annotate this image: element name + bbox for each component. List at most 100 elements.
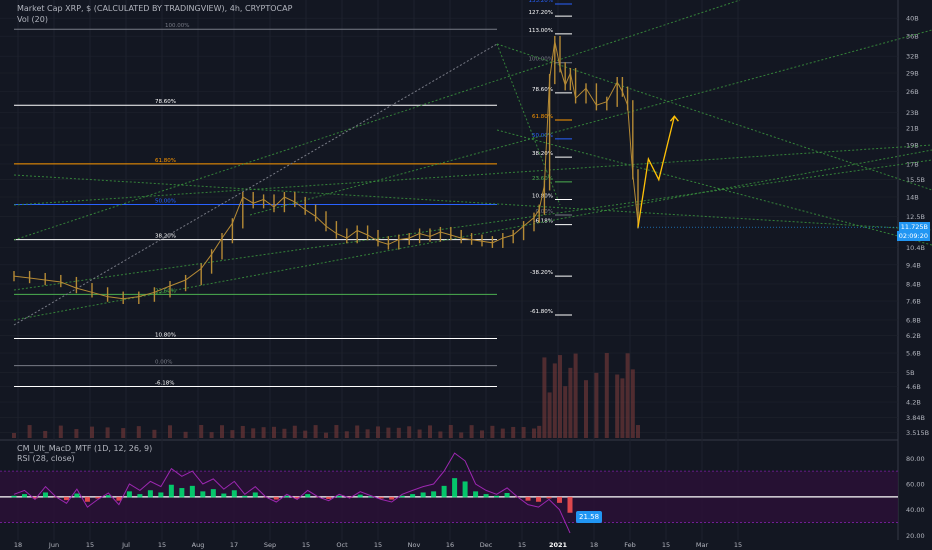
macd-bar: [525, 496, 531, 501]
macd-bar: [147, 490, 153, 498]
macd-bar: [494, 495, 500, 498]
fib-right-label: 127.20%: [529, 10, 553, 16]
macd-bar: [63, 496, 69, 501]
y-tick-label: 15.5B: [906, 176, 925, 184]
fib-left-label: 10.80%: [155, 332, 176, 338]
y-tick-label: 7.6B: [906, 298, 921, 306]
volume-bar: [324, 432, 328, 438]
rsi-value-tag: 21.58: [576, 511, 603, 523]
volume-bar: [90, 426, 94, 438]
volume-bar: [604, 353, 609, 438]
macd-bar: [210, 489, 216, 498]
macd-bar: [273, 496, 279, 500]
x-tick-label: 17: [230, 541, 238, 549]
macd-bar: [21, 494, 27, 498]
macd-bar: [42, 492, 48, 498]
rsi-label: RSI (28, close): [17, 454, 75, 463]
macd-bar: [137, 494, 143, 498]
macd-bar: [326, 496, 332, 500]
volume-bar: [469, 425, 474, 438]
volume-bar: [334, 425, 339, 438]
volume-bar: [376, 426, 380, 438]
macd-bar: [452, 478, 458, 498]
fib-left-label: 0.00%: [155, 360, 172, 366]
y-tick-label: 9.4B: [906, 261, 921, 269]
macd-bar: [483, 494, 489, 498]
volume-bar: [292, 425, 297, 438]
x-tick-label: Dec: [480, 541, 493, 549]
y-tick-label: 40B: [906, 15, 919, 23]
y-tick-label: 10.4B: [906, 244, 925, 252]
volume-bar: [542, 357, 547, 438]
y-tick-label: 17B: [906, 160, 919, 168]
macd-bar: [252, 492, 258, 498]
volume-bar: [199, 425, 204, 438]
x-tick-label: 18: [14, 541, 22, 549]
fib-left-label: 23.60%: [155, 288, 176, 294]
macd-bar: [84, 496, 90, 502]
macd-bar: [242, 495, 248, 498]
volume-bar: [563, 386, 568, 438]
fib-left-label: 78.60%: [155, 99, 176, 105]
x-tick-label: 2021: [549, 541, 568, 549]
y-tick-label: 23B: [906, 109, 919, 117]
macd-bar: [336, 495, 342, 498]
x-tick-label: 15: [302, 541, 310, 549]
x-tick-label: 15: [374, 541, 382, 549]
macd-bar: [389, 496, 395, 500]
x-tick-label: Nov: [408, 541, 421, 549]
fib-left-label: -6.18%: [155, 381, 174, 387]
rsi-tick-label: 20.00: [906, 532, 925, 540]
macd-bar: [189, 485, 195, 498]
volume-bar: [636, 425, 640, 438]
volume-bar: [168, 425, 172, 438]
volume-bar: [152, 429, 157, 438]
macd-bar: [221, 493, 227, 498]
volume-bar: [230, 430, 235, 438]
macd-label: CM_Ult_MacD_MTF (1D, 12, 26, 9): [17, 444, 153, 453]
volume-bar: [58, 425, 63, 438]
y-tick-label: 32B: [906, 53, 919, 61]
macd-bar: [357, 494, 363, 498]
fib-left-label: 38.20%: [155, 234, 176, 240]
trend-line: [496, 129, 932, 246]
volume-bar: [344, 431, 349, 438]
macd-bar: [168, 484, 174, 498]
volume-bar: [105, 427, 110, 438]
volume-bar: [43, 430, 48, 438]
volume-bar: [136, 426, 141, 438]
volume-bar: [282, 428, 287, 438]
x-tick-label: 15: [518, 541, 526, 549]
volume-bar: [480, 430, 484, 438]
volume-bar: [500, 428, 505, 438]
macd-bar: [11, 495, 17, 498]
fib-right-label: -38.20%: [530, 270, 553, 276]
x-tick-label: 16: [446, 541, 454, 549]
fib-right-label: 133.20%: [529, 0, 553, 4]
y-tick-label: 6.8B: [906, 316, 921, 324]
x-tick-label: 15: [662, 541, 670, 549]
macd-bar: [378, 496, 384, 499]
fib-left-label: 50.00%: [155, 198, 176, 204]
y-tick-label: 26B: [906, 88, 919, 96]
volume-bar: [12, 433, 16, 438]
volume-bar: [438, 431, 443, 438]
x-tick-label: 15: [734, 541, 742, 549]
y-tick-label: 4.6B: [906, 383, 921, 391]
volume-bar: [459, 432, 464, 438]
macd-bar: [74, 493, 80, 498]
volume-bar: [386, 427, 391, 438]
trend-line: [496, 43, 932, 191]
x-tick-label: Aug: [192, 541, 205, 549]
y-tick-label: 5.6B: [906, 350, 921, 358]
volume-bar: [584, 380, 588, 438]
x-tick-label: Feb: [624, 541, 636, 549]
fib-left-label: 61.80%: [155, 158, 176, 164]
macd-bar: [126, 491, 132, 498]
chart-root: 18 Jun 15 Jul 15 Aug 17 Sep 15 Oct 15 Nov 16 Dec 15 202…: [0, 0, 932, 550]
volume-bar: [521, 427, 526, 438]
y-tick-label: 5B: [906, 369, 915, 377]
chart-title: Market Cap XRP, $ (CALCULATED BY TRADING…: [17, 4, 293, 13]
volume-bar: [630, 369, 635, 438]
volume-bar: [396, 427, 401, 438]
